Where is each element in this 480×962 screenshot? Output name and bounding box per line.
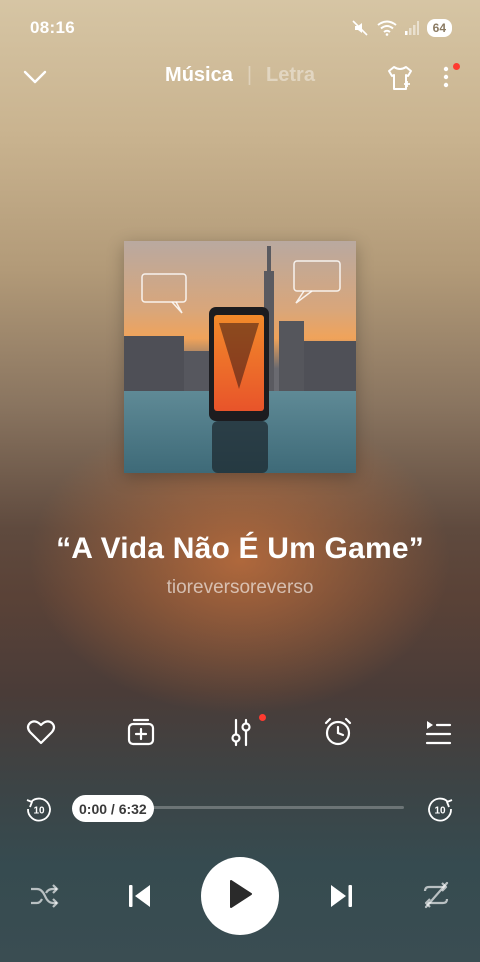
previous-icon[interactable] xyxy=(127,882,153,915)
song-title: “A Vida Não É Um Game” xyxy=(56,532,424,565)
progress-time[interactable]: 0:00 / 6:32 xyxy=(72,795,154,822)
forward-seconds: 10 xyxy=(434,806,446,817)
forward-10-icon[interactable]: 10 xyxy=(425,794,455,824)
song-artist[interactable]: tioreversoreverso xyxy=(0,577,480,599)
rewind-10-icon[interactable]: 10 xyxy=(24,794,54,824)
play-icon xyxy=(227,879,253,914)
tab-music[interactable]: Música xyxy=(165,64,233,86)
shuffle-icon[interactable] xyxy=(28,881,60,916)
mute-icon xyxy=(351,19,369,37)
wifi-icon xyxy=(377,20,397,36)
battery-icon: 64 xyxy=(426,19,452,37)
tab-lyrics[interactable]: Letra xyxy=(266,64,315,86)
repeat-off-icon[interactable] xyxy=(420,879,452,916)
equalizer-icon[interactable] xyxy=(221,712,266,752)
status-bar: 08:16 64 xyxy=(0,0,480,56)
album-cover xyxy=(124,241,356,473)
equalizer-notification-dot xyxy=(259,714,266,721)
heart-icon[interactable] xyxy=(21,712,61,752)
play-button[interactable] xyxy=(201,857,279,935)
shirt-theme-icon[interactable] xyxy=(384,62,416,99)
action-row xyxy=(0,712,480,752)
more-vertical-icon[interactable] xyxy=(438,62,460,92)
status-time: 08:16 xyxy=(30,18,75,37)
player-header: Música | Letra xyxy=(0,56,480,100)
status-icons: 64 xyxy=(351,19,452,37)
battery-level: 64 xyxy=(432,21,446,35)
notification-dot xyxy=(453,63,460,70)
add-to-playlist-icon[interactable] xyxy=(121,712,161,752)
tab-separator: | xyxy=(246,64,253,86)
next-icon[interactable] xyxy=(328,882,354,915)
rewind-seconds: 10 xyxy=(33,806,45,817)
alarm-clock-icon[interactable] xyxy=(318,712,358,752)
signal-icon xyxy=(404,21,419,35)
queue-icon[interactable] xyxy=(418,712,458,752)
